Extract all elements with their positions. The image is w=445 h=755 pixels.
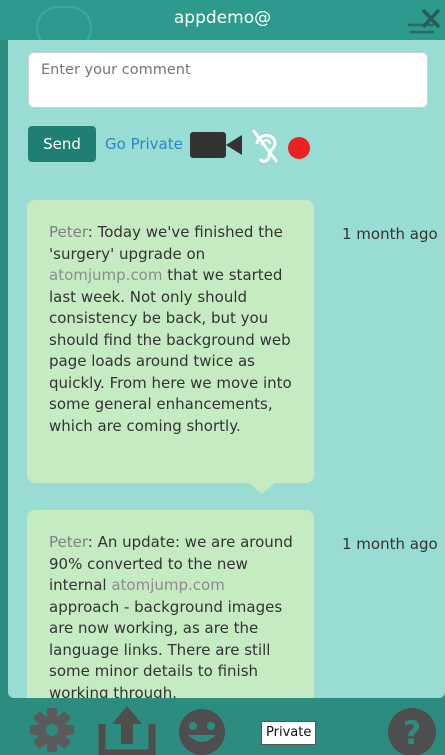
help-icon[interactable]: ? xyxy=(386,704,438,755)
message-bubble: Peter: Today we've finished the 'surgery… xyxy=(27,200,314,483)
close-icon[interactable] xyxy=(408,6,442,36)
record-dot[interactable] xyxy=(288,137,310,159)
message-bubble: Peter: An update: we are around 90% conv… xyxy=(27,510,314,698)
message-link[interactable]: atomjump.com xyxy=(111,576,224,594)
upload-icon[interactable] xyxy=(98,704,156,755)
message-text: Peter: An update: we are around 90% conv… xyxy=(49,533,293,698)
chat-panel: Send Go Private Peter: Today we've finis… xyxy=(8,40,445,698)
comment-input[interactable] xyxy=(28,52,428,108)
message-text: Peter: Today we've finished the 'surgery… xyxy=(49,223,292,435)
go-private-link[interactable]: Go Private xyxy=(105,135,183,153)
svg-text:?: ? xyxy=(403,714,422,752)
message-author[interactable]: Peter xyxy=(49,533,88,551)
page-title: appdemo@ xyxy=(173,8,272,28)
header-bar: appdemo@ xyxy=(0,0,445,50)
message-time: 1 month ago xyxy=(342,535,438,553)
bubble-tail xyxy=(249,483,275,494)
emoji-icon[interactable] xyxy=(175,705,229,755)
private-badge[interactable]: Private xyxy=(261,721,317,745)
gear-icon[interactable] xyxy=(26,708,78,752)
message-link[interactable]: atomjump.com xyxy=(49,266,162,284)
message-author[interactable]: Peter xyxy=(49,223,88,241)
send-button[interactable]: Send xyxy=(28,126,96,162)
message-time: 1 month ago xyxy=(342,225,438,243)
deaf-ear-icon[interactable] xyxy=(249,126,281,166)
video-camera-icon[interactable] xyxy=(190,132,242,158)
